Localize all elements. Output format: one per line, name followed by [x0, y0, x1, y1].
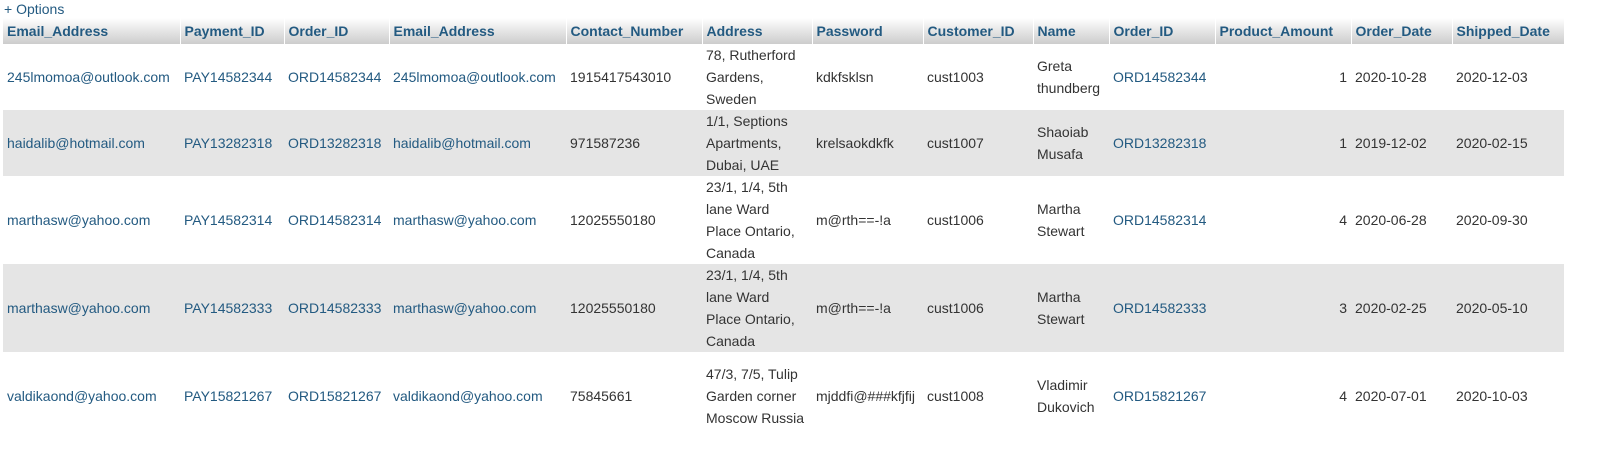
address-cell: 1/1, Septions Apartments, Dubai, UAE	[702, 110, 812, 176]
payment-id-cell[interactable]: PAY13282318	[180, 110, 284, 176]
contact-number-cell: 971587236	[566, 110, 702, 176]
customer-id-cell: cust1003	[923, 44, 1033, 110]
order-date-cell: 2020-07-01	[1351, 352, 1452, 440]
table-row[interactable]: haidalib@hotmail.com PAY13282318 ORD132823…	[3, 110, 1564, 176]
name-cell: Shaoiab Musafa	[1033, 110, 1109, 176]
column-header-payment-id[interactable]: Payment_ID	[180, 18, 285, 44]
email-cell-2[interactable]: haidalib@hotmail.com	[389, 110, 566, 176]
column-header-order-date[interactable]: Order_Date	[1351, 18, 1453, 44]
shipped-date-cell: 2020-09-30	[1452, 176, 1564, 264]
password-cell: m@rth==-!a	[812, 264, 923, 352]
email-cell-2[interactable]: 245lmomoa@outlook.com	[389, 44, 566, 110]
email-cell-2[interactable]: marthasw@yahoo.com	[389, 176, 566, 264]
shipped-date-cell: 2020-10-03	[1452, 352, 1564, 440]
password-cell: mjddfi@###kfjfij	[812, 352, 923, 440]
password-cell: kdkfsklsn	[812, 44, 923, 110]
contact-number-cell: 12025550180	[566, 264, 702, 352]
order-id-cell[interactable]: ORD14582333	[284, 264, 389, 352]
name-cell: Vladimir Dukovich	[1033, 352, 1109, 440]
order-id-cell-2[interactable]: ORD15821267	[1109, 352, 1215, 440]
column-header-email-address[interactable]: Email_Address	[3, 18, 181, 44]
table-row[interactable]: marthasw@yahoo.com PAY14582333 ORD14582333…	[3, 264, 1564, 352]
address-cell: 47/3, 7/5, Tulip Garden corner Moscow Ru…	[702, 352, 812, 440]
product-amount-cell: 1	[1215, 44, 1351, 110]
contact-number-cell: 1915417543010	[566, 44, 702, 110]
shipped-date-cell: 2020-02-15	[1452, 110, 1564, 176]
name-cell: Greta thundberg	[1033, 44, 1109, 110]
table-row[interactable]: 245lmomoa@outlook.com PAY14582344 ORD14582…	[3, 44, 1564, 110]
table-header-row: Email_Address Payment_ID Order_ID Email_Add…	[3, 18, 1565, 44]
order-id-cell[interactable]: ORD14582314	[284, 176, 389, 264]
order-id-cell[interactable]: ORD15821267	[284, 352, 389, 440]
order-date-cell: 2019-12-02	[1351, 110, 1452, 176]
column-header-shipped-date[interactable]: Shipped_Date	[1452, 18, 1565, 44]
address-cell: 78, Rutherford Gardens, Sweden	[702, 44, 812, 110]
email-cell[interactable]: valdikaond@yahoo.com	[3, 352, 180, 440]
order-date-cell: 2020-06-28	[1351, 176, 1452, 264]
order-id-cell[interactable]: ORD14582344	[284, 44, 389, 110]
product-amount-cell: 3	[1215, 264, 1351, 352]
column-header-contact-number[interactable]: Contact_Number	[566, 18, 703, 44]
payment-id-cell[interactable]: PAY15821267	[180, 352, 284, 440]
address-cell: 23/1, 1/4, 5th lane Ward Place Ontario, …	[702, 264, 812, 352]
column-header-order-id[interactable]: Order_ID	[284, 18, 390, 44]
customer-id-cell: cust1008	[923, 352, 1033, 440]
column-header-order-id-2[interactable]: Order_ID	[1109, 18, 1216, 44]
payment-id-cell[interactable]: PAY14582314	[180, 176, 284, 264]
password-cell: m@rth==-!a	[812, 176, 923, 264]
order-id-cell-2[interactable]: ORD14582314	[1109, 176, 1215, 264]
column-header-product-amount[interactable]: Product_Amount	[1215, 18, 1352, 44]
order-id-cell-2[interactable]: ORD14582344	[1109, 44, 1215, 110]
customer-id-cell: cust1006	[923, 176, 1033, 264]
email-cell[interactable]: marthasw@yahoo.com	[3, 264, 180, 352]
address-cell: 23/1, 1/4, 5th lane Ward Place Ontario, …	[702, 176, 812, 264]
table-row[interactable]: marthasw@yahoo.com PAY14582314 ORD14582314…	[3, 176, 1564, 264]
email-cell[interactable]: haidalib@hotmail.com	[3, 110, 180, 176]
table-row[interactable]: valdikaond@yahoo.com PAY15821267 ORD158212…	[3, 352, 1564, 440]
customer-id-cell: cust1006	[923, 264, 1033, 352]
results-table-container: Email_Address Payment_ID Order_ID Email_Add…	[3, 18, 1565, 440]
email-cell[interactable]: 245lmomoa@outlook.com	[3, 44, 180, 110]
product-amount-cell: 4	[1215, 176, 1351, 264]
column-header-email-address-2[interactable]: Email_Address	[389, 18, 567, 44]
customer-id-cell: cust1007	[923, 110, 1033, 176]
name-cell: Martha Stewart	[1033, 264, 1109, 352]
product-amount-cell: 1	[1215, 110, 1351, 176]
column-header-name[interactable]: Name	[1033, 18, 1110, 44]
column-header-password[interactable]: Password	[812, 18, 924, 44]
table-body: 245lmomoa@outlook.com PAY14582344 ORD14582…	[3, 44, 1564, 440]
payment-id-cell[interactable]: PAY14582333	[180, 264, 284, 352]
order-id-cell[interactable]: ORD13282318	[284, 110, 389, 176]
order-id-cell-2[interactable]: ORD14582333	[1109, 264, 1215, 352]
contact-number-cell: 12025550180	[566, 176, 702, 264]
email-cell-2[interactable]: marthasw@yahoo.com	[389, 264, 566, 352]
column-header-address[interactable]: Address	[702, 18, 813, 44]
order-date-cell: 2020-02-25	[1351, 264, 1452, 352]
password-cell: krelsaokdkfk	[812, 110, 923, 176]
payment-id-cell[interactable]: PAY14582344	[180, 44, 284, 110]
email-cell-2[interactable]: valdikaond@yahoo.com	[389, 352, 566, 440]
product-amount-cell: 4	[1215, 352, 1351, 440]
contact-number-cell: 75845661	[566, 352, 702, 440]
shipped-date-cell: 2020-05-10	[1452, 264, 1564, 352]
email-cell[interactable]: marthasw@yahoo.com	[3, 176, 180, 264]
column-header-customer-id[interactable]: Customer_ID	[923, 18, 1034, 44]
results-table: Email_Address Payment_ID Order_ID Email_Add…	[3, 18, 1565, 440]
options-toggle-link[interactable]: + Options	[4, 1, 64, 17]
name-cell: Martha Stewart	[1033, 176, 1109, 264]
order-date-cell: 2020-10-28	[1351, 44, 1452, 110]
shipped-date-cell: 2020-12-03	[1452, 44, 1564, 110]
order-id-cell-2[interactable]: ORD13282318	[1109, 110, 1215, 176]
